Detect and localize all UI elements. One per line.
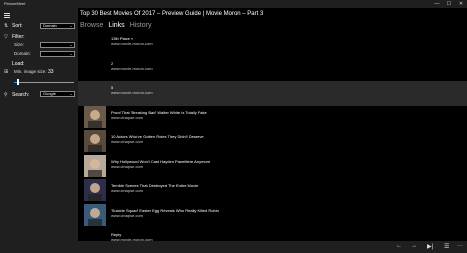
filter-label: Filter:	[12, 34, 25, 40]
link-url: www.cinapse.com	[111, 139, 144, 144]
link-url: www.movie-moron.com	[111, 41, 153, 46]
filter-icon: ▽	[4, 34, 8, 40]
link-list-item[interactable]: 5 www.movie-moron.com	[78, 81, 467, 106]
chevron-down-icon: ⌄	[69, 91, 73, 96]
link-list-item[interactable]: Reply www.movie-moron.com	[78, 228, 467, 241]
tab-links[interactable]: Links	[108, 22, 124, 29]
bottom-app-bar: ← → ▶| ☰ ···	[0, 241, 467, 253]
app-title: PictureMeet	[4, 1, 26, 6]
size-dropdown[interactable]: ⌄	[40, 42, 75, 48]
search-icon: ⚲	[4, 92, 8, 98]
tab-browse[interactable]: Browse	[80, 22, 103, 29]
link-list-item[interactable]: 13th Place » www.movie-moron.com	[78, 32, 467, 57]
image-size-icon: ⊞	[4, 69, 9, 75]
size-label: Size:	[14, 42, 25, 47]
link-url: www.cinapse.com	[111, 163, 144, 169]
tab-bar: Browse Links History	[80, 22, 151, 29]
link-url: www.cinapse.com	[111, 114, 144, 120]
sort-icon: ⇅	[4, 23, 9, 29]
skip-icon[interactable]: ▶|	[427, 243, 433, 250]
search-label: Search:	[12, 92, 30, 98]
thumbnail-image	[84, 154, 106, 177]
link-list-item[interactable]: 'Suicide Squad' Easter Egg Reveals Who R…	[78, 203, 467, 229]
min-image-size-label: Min. image size:	[14, 69, 47, 74]
more-icon[interactable]: ···	[457, 243, 463, 249]
domain-dropdown[interactable]: ⌄	[40, 51, 75, 57]
search-engine-dropdown[interactable]: Google ⌄	[40, 91, 75, 97]
settings-pane: ⇅ Sort: Domain ⌄ ▽ Filter: Size: ⌄ Domai…	[0, 8, 78, 241]
search-engine-value: Google	[43, 91, 56, 96]
link-url: www.cinapse.com	[111, 188, 144, 193]
thumbnail-image	[84, 105, 106, 128]
domain-label: Domain:	[14, 51, 31, 56]
sort-label: Sort:	[12, 23, 23, 29]
tab-history[interactable]: History	[130, 22, 152, 29]
list-icon[interactable]: ☰	[444, 243, 449, 250]
slider-thumb[interactable]	[16, 79, 19, 85]
chevron-down-icon: ⌄	[69, 51, 73, 56]
thumbnail-image	[84, 203, 106, 226]
forward-arrow-icon[interactable]: →	[411, 243, 417, 249]
link-url: www.movie-moron.com	[111, 65, 153, 71]
close-button[interactable]: ✕	[455, 0, 467, 8]
link-list-item[interactable]: 2 www.movie-moron.com	[78, 57, 467, 82]
link-list-item[interactable]: Proof That 'Breaking Bad' Walter White I…	[78, 105, 467, 131]
hamburger-menu-icon[interactable]	[4, 13, 10, 18]
thumbnail-image	[84, 130, 106, 152]
link-list-item[interactable]: Terrible Scenes That Destroyed The Entir…	[78, 179, 467, 204]
maximize-button[interactable]: ☐	[443, 0, 455, 8]
links-list: 13th Place » www.movie-moron.com 2 www.movi…	[78, 32, 467, 241]
link-list-item[interactable]: 10 Actors Who've Gotten Roles They Didn'…	[78, 130, 467, 155]
main-content: Top 30 Best Movies Of 2017 – Preview Gui…	[78, 8, 467, 241]
page-title: Top 30 Best Movies Of 2017 – Preview Gui…	[80, 11, 264, 17]
min-image-size-value: 33	[48, 69, 54, 75]
link-list-item[interactable]: Why Hollywood Won't Cast Hayden Panettie…	[78, 154, 467, 180]
link-url: www.movie-moron.com	[111, 90, 153, 95]
chevron-down-icon: ⌄	[69, 42, 73, 47]
thumbnail-image	[84, 179, 106, 201]
link-url: www.cinapse.com	[111, 212, 144, 218]
sort-dropdown[interactable]: Domain ⌄	[40, 23, 75, 29]
sort-value: Domain	[43, 23, 57, 28]
title-bar: PictureMeet — ☐ ✕	[0, 0, 467, 8]
back-arrow-icon[interactable]: ←	[396, 243, 402, 249]
minimize-button[interactable]: —	[431, 0, 443, 8]
load-label: Load:	[12, 61, 25, 67]
min-image-size-slider[interactable]	[14, 82, 74, 83]
chevron-down-icon: ⌄	[69, 23, 73, 28]
